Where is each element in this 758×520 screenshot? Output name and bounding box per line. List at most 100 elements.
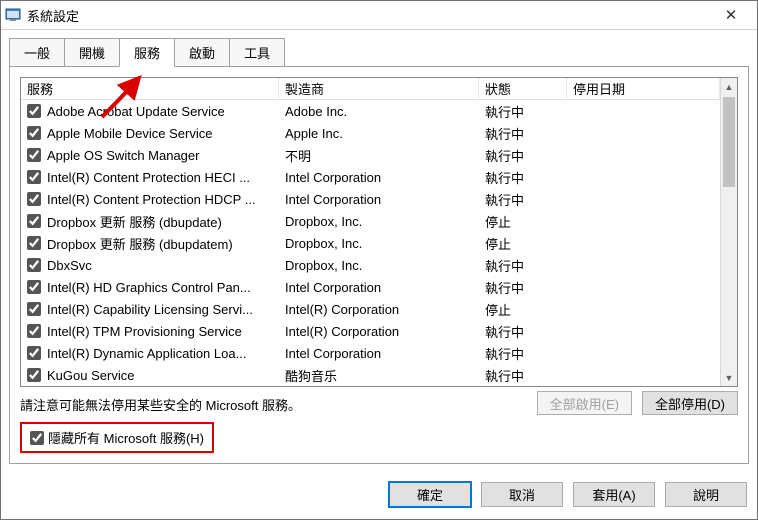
service-manufacturer: Intel(R) Corporation <box>279 324 479 339</box>
close-icon: ✕ <box>725 6 738 24</box>
service-checkbox[interactable] <box>27 324 41 338</box>
services-panel: 服務 製造商 狀態 停用日期 Adobe Acrobat Update Serv… <box>9 66 749 464</box>
service-status: 執行中 <box>479 168 567 187</box>
service-checkbox[interactable] <box>27 192 41 206</box>
scroll-up-button[interactable]: ▲ <box>721 78 737 95</box>
tab-services[interactable]: 服務 <box>119 38 175 67</box>
table-row[interactable]: Dropbox 更新 服務 (dbupdate) Dropbox, Inc.停止 <box>21 210 720 232</box>
service-manufacturer: Apple Inc. <box>279 126 479 141</box>
service-manufacturer: 不明 <box>279 146 479 165</box>
table-row[interactable]: Adobe Acrobat Update Service Adobe Inc.執行… <box>21 100 720 122</box>
service-status: 停止 <box>479 234 567 253</box>
cancel-button[interactable]: 取消 <box>481 482 563 507</box>
service-checkbox[interactable] <box>27 236 41 250</box>
header-service[interactable]: 服務 <box>21 78 279 100</box>
service-checkbox[interactable] <box>27 346 41 360</box>
table-row[interactable]: KuGou Service 酷狗音乐執行中 <box>21 364 720 386</box>
app-icon <box>5 7 21 23</box>
service-manufacturer: Intel Corporation <box>279 346 479 361</box>
service-manufacturer: 酷狗音乐 <box>279 366 479 385</box>
service-name: Dropbox 更新 服務 (dbupdatem) <box>47 234 233 253</box>
tab-strip: 一般 開機 服務 啟動 工具 <box>9 38 749 67</box>
apply-button[interactable]: 套用(A) <box>573 482 655 507</box>
service-checkbox[interactable] <box>27 126 41 140</box>
table-row[interactable]: Apple OS Switch Manager 不明執行中 <box>21 144 720 166</box>
column-headers: 服務 製造商 狀態 停用日期 <box>21 78 720 100</box>
hide-ms-checkbox-wrap[interactable]: 隱藏所有 Microsoft 服務(H) <box>20 422 214 453</box>
tab-tools[interactable]: 工具 <box>229 38 285 67</box>
scroll-track[interactable] <box>721 95 737 369</box>
window-title: 系統設定 <box>27 6 709 25</box>
table-row[interactable]: Apple Mobile Device Service Apple Inc.執行中 <box>21 122 720 144</box>
help-button[interactable]: 說明 <box>665 482 747 507</box>
enable-all-button: 全部啟用(E) <box>537 391 632 415</box>
service-status: 執行中 <box>479 124 567 143</box>
service-checkbox[interactable] <box>27 170 41 184</box>
service-name: Intel(R) Dynamic Application Loa... <box>47 346 246 361</box>
service-name: Dropbox 更新 服務 (dbupdate) <box>47 212 222 231</box>
tab-startup[interactable]: 啟動 <box>174 38 230 67</box>
service-status: 執行中 <box>479 366 567 385</box>
tab-general[interactable]: 一般 <box>9 38 65 67</box>
service-name: Adobe Acrobat Update Service <box>47 104 225 119</box>
service-manufacturer: Dropbox, Inc. <box>279 236 479 251</box>
table-row[interactable]: Intel(R) Content Protection HDCP ... Inte… <box>21 188 720 210</box>
service-checkbox[interactable] <box>27 368 41 382</box>
service-name: Apple Mobile Device Service <box>47 126 212 141</box>
scroll-thumb[interactable] <box>723 97 735 187</box>
tab-boot[interactable]: 開機 <box>64 38 120 67</box>
header-disable-date[interactable]: 停用日期 <box>567 78 720 100</box>
service-manufacturer: Intel Corporation <box>279 280 479 295</box>
table-row[interactable]: Intel(R) HD Graphics Control Pan... Intel… <box>21 276 720 298</box>
service-status: 停止 <box>479 300 567 319</box>
table-row[interactable]: Intel(R) TPM Provisioning Service Intel(R… <box>21 320 720 342</box>
service-status: 停止 <box>479 212 567 231</box>
hide-ms-label: 隱藏所有 Microsoft 服務(H) <box>48 428 204 447</box>
titlebar: 系統設定 ✕ <box>1 1 757 30</box>
services-list: 服務 製造商 狀態 停用日期 Adobe Acrobat Update Serv… <box>20 77 738 387</box>
service-name: Apple OS Switch Manager <box>47 148 199 163</box>
table-row[interactable]: Intel(R) Content Protection HECI ... Inte… <box>21 166 720 188</box>
service-status: 執行中 <box>479 344 567 363</box>
service-status: 執行中 <box>479 146 567 165</box>
service-manufacturer: Intel Corporation <box>279 192 479 207</box>
service-manufacturer: Intel Corporation <box>279 170 479 185</box>
service-manufacturer: Intel(R) Corporation <box>279 302 479 317</box>
service-manufacturer: Dropbox, Inc. <box>279 214 479 229</box>
close-button[interactable]: ✕ <box>709 1 753 29</box>
table-row[interactable]: Intel(R) Dynamic Application Loa... Intel… <box>21 342 720 364</box>
dialog-footer: 確定 取消 套用(A) 說明 <box>1 472 757 519</box>
service-name: Intel(R) HD Graphics Control Pan... <box>47 280 251 295</box>
service-name: Intel(R) Content Protection HECI ... <box>47 170 250 185</box>
scroll-down-button[interactable]: ▼ <box>721 369 737 386</box>
service-status: 執行中 <box>479 322 567 341</box>
service-status: 執行中 <box>479 278 567 297</box>
vertical-scrollbar[interactable]: ▲ ▼ <box>720 78 737 386</box>
ok-button[interactable]: 確定 <box>389 482 471 507</box>
service-name: Intel(R) Capability Licensing Servi... <box>47 302 253 317</box>
service-checkbox[interactable] <box>27 148 41 162</box>
disable-all-button[interactable]: 全部停用(D) <box>642 391 738 415</box>
table-row[interactable]: Intel(R) Capability Licensing Servi... In… <box>21 298 720 320</box>
service-checkbox[interactable] <box>27 280 41 294</box>
header-status[interactable]: 狀態 <box>479 78 567 100</box>
system-config-window: 系統設定 ✕ 一般 開機 服務 啟動 工具 服務 <box>0 0 758 520</box>
service-checkbox[interactable] <box>27 258 41 272</box>
table-row[interactable]: DbxSvc Dropbox, Inc.執行中 <box>21 254 720 276</box>
table-row[interactable]: Dropbox 更新 服務 (dbupdatem) Dropbox, Inc.停止 <box>21 232 720 254</box>
service-name: Intel(R) Content Protection HDCP ... <box>47 192 256 207</box>
service-manufacturer: Adobe Inc. <box>279 104 479 119</box>
service-status: 執行中 <box>479 190 567 209</box>
service-status: 執行中 <box>479 102 567 121</box>
service-manufacturer: Dropbox, Inc. <box>279 258 479 273</box>
service-checkbox[interactable] <box>27 214 41 228</box>
service-checkbox[interactable] <box>27 104 41 118</box>
service-name: Intel(R) TPM Provisioning Service <box>47 324 242 339</box>
service-name: DbxSvc <box>47 258 92 273</box>
services-rows: Adobe Acrobat Update ServiceAdobe Inc.執行… <box>21 100 720 386</box>
service-status: 執行中 <box>479 256 567 275</box>
hide-ms-checkbox[interactable] <box>30 431 44 445</box>
header-manufacturer[interactable]: 製造商 <box>279 78 479 100</box>
service-checkbox[interactable] <box>27 302 41 316</box>
service-name: KuGou Service <box>47 368 134 383</box>
